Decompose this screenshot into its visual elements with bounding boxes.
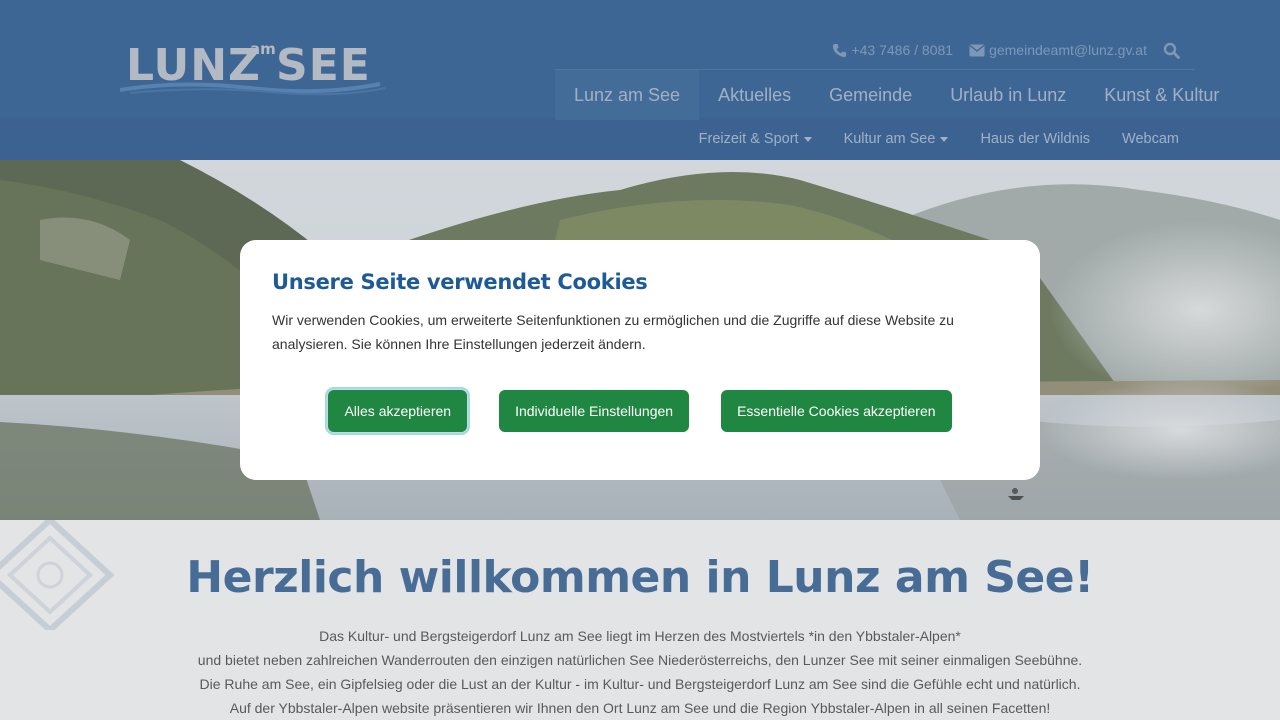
cookie-dialog-title: Unsere Seite verwendet Cookies — [272, 270, 648, 294]
accept-all-button[interactable]: Alles akzeptieren — [325, 387, 471, 435]
accept-essential-button[interactable]: Essentielle Cookies akzeptieren — [721, 390, 952, 432]
individual-settings-button[interactable]: Individuelle Einstellungen — [499, 390, 690, 432]
cookie-button-row: Alles akzeptieren Individuelle Einstellu… — [240, 387, 1040, 435]
cookie-consent-dialog: Unsere Seite verwendet Cookies Wir verwe… — [240, 240, 1040, 480]
header-dim — [0, 0, 1280, 160]
cookie-dialog-text: Wir verwenden Cookies, um erweiterte Sei… — [272, 312, 954, 352]
